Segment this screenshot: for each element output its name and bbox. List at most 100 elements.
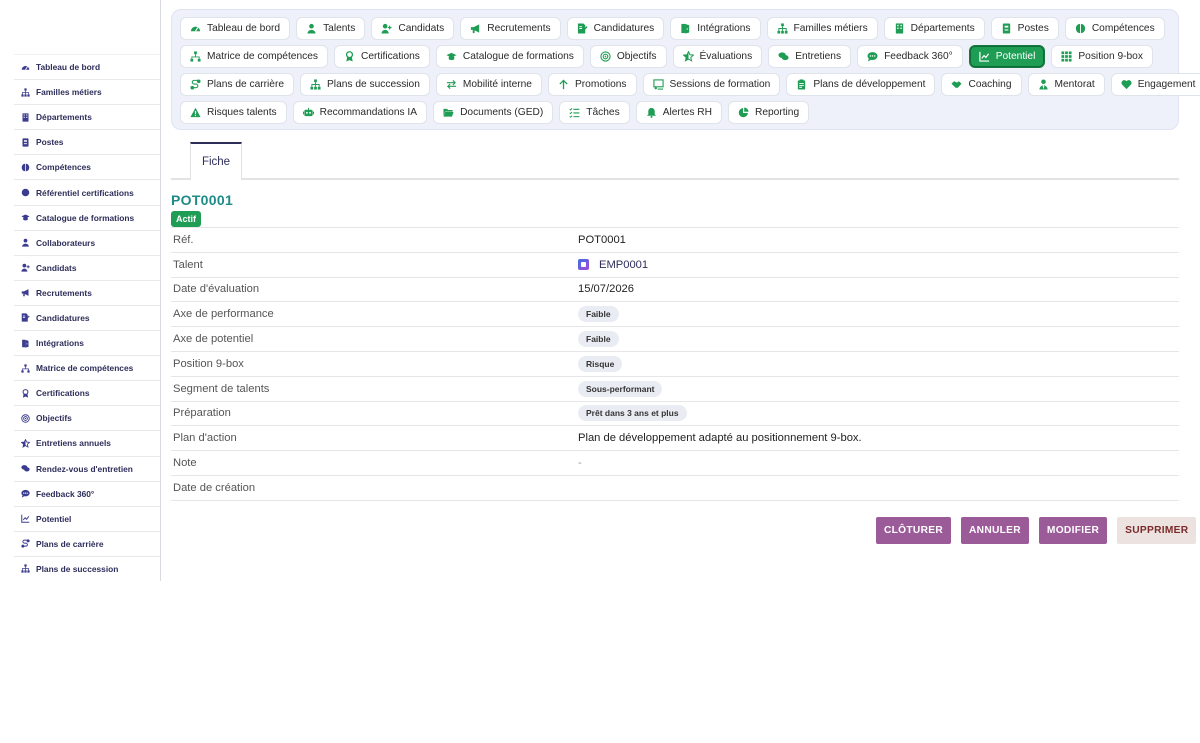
nav-tab-sessions-de-formation[interactable]: Sessions de formation [642, 73, 781, 96]
field-label: Note [173, 457, 197, 470]
nav-tab-plans-de-succession[interactable]: Plans de succession [300, 73, 430, 96]
field-label: Axe de potentiel [173, 333, 254, 346]
sidebar-item-certifications[interactable]: Certifications [14, 381, 160, 407]
sidebar-item-label: Entretiens annuels [36, 438, 111, 449]
sidebar-item-postes[interactable]: Postes [14, 130, 160, 156]
sidebar-item-matrice-de-competences[interactable]: Matrice de compétences [14, 356, 160, 382]
nav-row: Risques talents Recommandations IA Documen… [180, 101, 810, 124]
sidebar-menu: Tableau de bord Familles métiers Départeme… [14, 54, 160, 581]
id-badge-icon [1001, 23, 1012, 34]
sidebar-item-label: Départements [36, 112, 92, 123]
nav-tab-postes[interactable]: Postes [990, 17, 1059, 40]
sidebar-item-collaborateurs[interactable]: Collaborateurs [14, 231, 160, 256]
nav-tab-reporting[interactable]: Reporting [727, 101, 810, 124]
nav-tab-coaching[interactable]: Coaching [941, 73, 1022, 96]
value-pill: Sous-performant [578, 380, 663, 397]
nav-tab-position-9-box[interactable]: Position 9-box [1051, 45, 1153, 68]
sidebar-item-competences[interactable]: Compétences [14, 155, 160, 181]
sidebar-item-candidats[interactable]: Candidats [14, 256, 160, 281]
nav-tab-familles-metiers[interactable]: Familles métiers [766, 17, 878, 40]
nav-tab-recommandations-ia[interactable]: Recommandations IA [292, 101, 428, 124]
sidebar-item-feedback-360[interactable]: Feedback 360° [14, 482, 160, 507]
nav-tab-label: Tableau de bord [207, 23, 281, 34]
sidebar-item-rendez-vous-d-entretien[interactable]: Rendez-vous d'entretien [14, 457, 160, 482]
nav-tab-competences[interactable]: Compétences [1064, 17, 1165, 40]
nav-tab-candidatures[interactable]: Candidatures [566, 17, 665, 40]
nav-tab-label: Certifications [360, 51, 420, 62]
sidebar-item-potentiel[interactable]: Potentiel [14, 507, 160, 532]
field-row-plan-d-action: Plan d'action Plan de développement adapt… [171, 426, 1179, 452]
nav-tab-recrutements[interactable]: Recrutements [460, 17, 561, 40]
record-title: POT0001 [171, 192, 234, 208]
field-row-segment-de-talents: Segment de talents Sous-performant [171, 377, 1179, 402]
nav-tab-alertes-rh[interactable]: Alertes RH [635, 101, 722, 124]
nav-tab-potentiel[interactable]: Potentiel [968, 45, 1046, 68]
file-signature-icon [577, 23, 588, 34]
nav-tab-departements[interactable]: Départements [883, 17, 985, 40]
cloturer-button[interactable]: CLÔTURER [876, 517, 951, 544]
nav-tab-matrice-de-competences[interactable]: Matrice de compétences [180, 45, 328, 68]
nav-tab-mentorat[interactable]: Mentorat [1027, 73, 1105, 96]
nav-tab-objectifs[interactable]: Objectifs [589, 45, 667, 68]
brain-icon [21, 163, 30, 172]
nav-tab-documents-ged[interactable]: Documents (GED) [433, 101, 554, 124]
sidebar-item-candidatures[interactable]: Candidatures [14, 306, 160, 332]
sidebar-item-departements[interactable]: Départements [14, 105, 160, 131]
sidebar-item-recrutements[interactable]: Recrutements [14, 281, 160, 306]
modifier-button[interactable]: MODIFIER [1038, 517, 1108, 544]
nav-tab-catalogue-de-formations[interactable]: Catalogue de formations [435, 45, 584, 68]
sidebar-item-entretiens-annuels[interactable]: Entretiens annuels [14, 431, 160, 457]
nav-tab-integrations[interactable]: Intégrations [670, 17, 761, 40]
nav-tab-label: Postes [1017, 23, 1049, 34]
nav-tab-label: Alertes RH [662, 107, 712, 118]
talent-link[interactable]: EMP0001 [599, 259, 648, 271]
sidebar-item-plans-de-succession[interactable]: Plans de succession [14, 557, 160, 581]
nav-tab-label: Familles métiers [793, 23, 868, 34]
nav-tab-plans-de-developpement[interactable]: Plans de développement [786, 73, 936, 96]
sidebar-item-integrations[interactable]: Intégrations [14, 331, 160, 357]
sidebar-item-referentiel-certifications[interactable]: Référentiel certifications [14, 180, 160, 206]
nav-tab-risques-talents[interactable]: Risques talents [180, 101, 287, 124]
comments-icon [778, 51, 789, 62]
field-row-ref: Réf. POT0001 [171, 228, 1179, 253]
tab-fiche[interactable]: Fiche [190, 142, 242, 180]
sidebar-item-label: Catalogue de formations [36, 212, 135, 223]
nav-tab-taches[interactable]: Tâches [559, 101, 630, 124]
chart-pie-icon [738, 107, 749, 118]
annuler-button[interactable]: ANNULER [961, 517, 1029, 544]
module-navigation: Tableau de bord Talents Candidats Recruteme… [171, 9, 1200, 130]
nav-tab-candidats[interactable]: Candidats [371, 17, 455, 40]
sidebar-item-objectifs[interactable]: Objectifs [14, 406, 160, 432]
nav-tab-certifications[interactable]: Certifications [333, 45, 430, 68]
nav-tab-entretiens[interactable]: Entretiens [768, 45, 852, 68]
nav-tab-label: Recrutements [487, 23, 551, 34]
sidebar-item-tableau-de-bord[interactable]: Tableau de bord [14, 55, 160, 81]
nav-tab-mobilite-interne[interactable]: Mobilité interne [435, 73, 542, 96]
nav-tab-label: Sessions de formation [669, 79, 771, 90]
nav-tab-plans-de-carriere[interactable]: Plans de carrière [180, 73, 295, 96]
sidebar-item-plans-de-carriere[interactable]: Plans de carrière [14, 532, 160, 557]
nav-tab-evaluations[interactable]: Évaluations [672, 45, 763, 68]
field-label: Date de création [173, 481, 256, 494]
sidebar-item-catalogue-de-formations[interactable]: Catalogue de formations [14, 206, 160, 231]
field-row-axe-de-potentiel: Axe de potentiel Faible [171, 327, 1179, 352]
nav-tab-label: Mentorat [1054, 79, 1095, 90]
nav-tab-talents[interactable]: Talents [296, 17, 366, 40]
heart-icon [1121, 79, 1132, 90]
sidebar-item-familles-metiers[interactable]: Familles métiers [14, 80, 160, 106]
sidebar-item-label: Compétences [36, 162, 91, 173]
nav-tab-tableau-de-bord[interactable]: Tableau de bord [180, 17, 291, 40]
nav-tab-feedback-360[interactable]: Feedback 360° [857, 45, 963, 68]
sidebar-item-label: Plans de carrière [36, 538, 104, 549]
nav-tab-label: Talents [323, 23, 356, 34]
field-value: Faible [578, 331, 619, 348]
nav-row: Matrice de compétences Certifications Cata… [180, 45, 1153, 68]
building-icon [21, 113, 30, 122]
nav-tab-engagement[interactable]: Engagement [1110, 73, 1200, 96]
sitemap-icon [310, 79, 321, 90]
value-text: 15/07/2026 [578, 283, 634, 296]
field-value: POT0001 [578, 234, 626, 246]
supprimer-button[interactable]: SUPPRIMER [1117, 517, 1197, 544]
nav-tab-promotions[interactable]: Promotions [547, 73, 637, 96]
sidebar-item-label: Candidats [36, 262, 77, 273]
